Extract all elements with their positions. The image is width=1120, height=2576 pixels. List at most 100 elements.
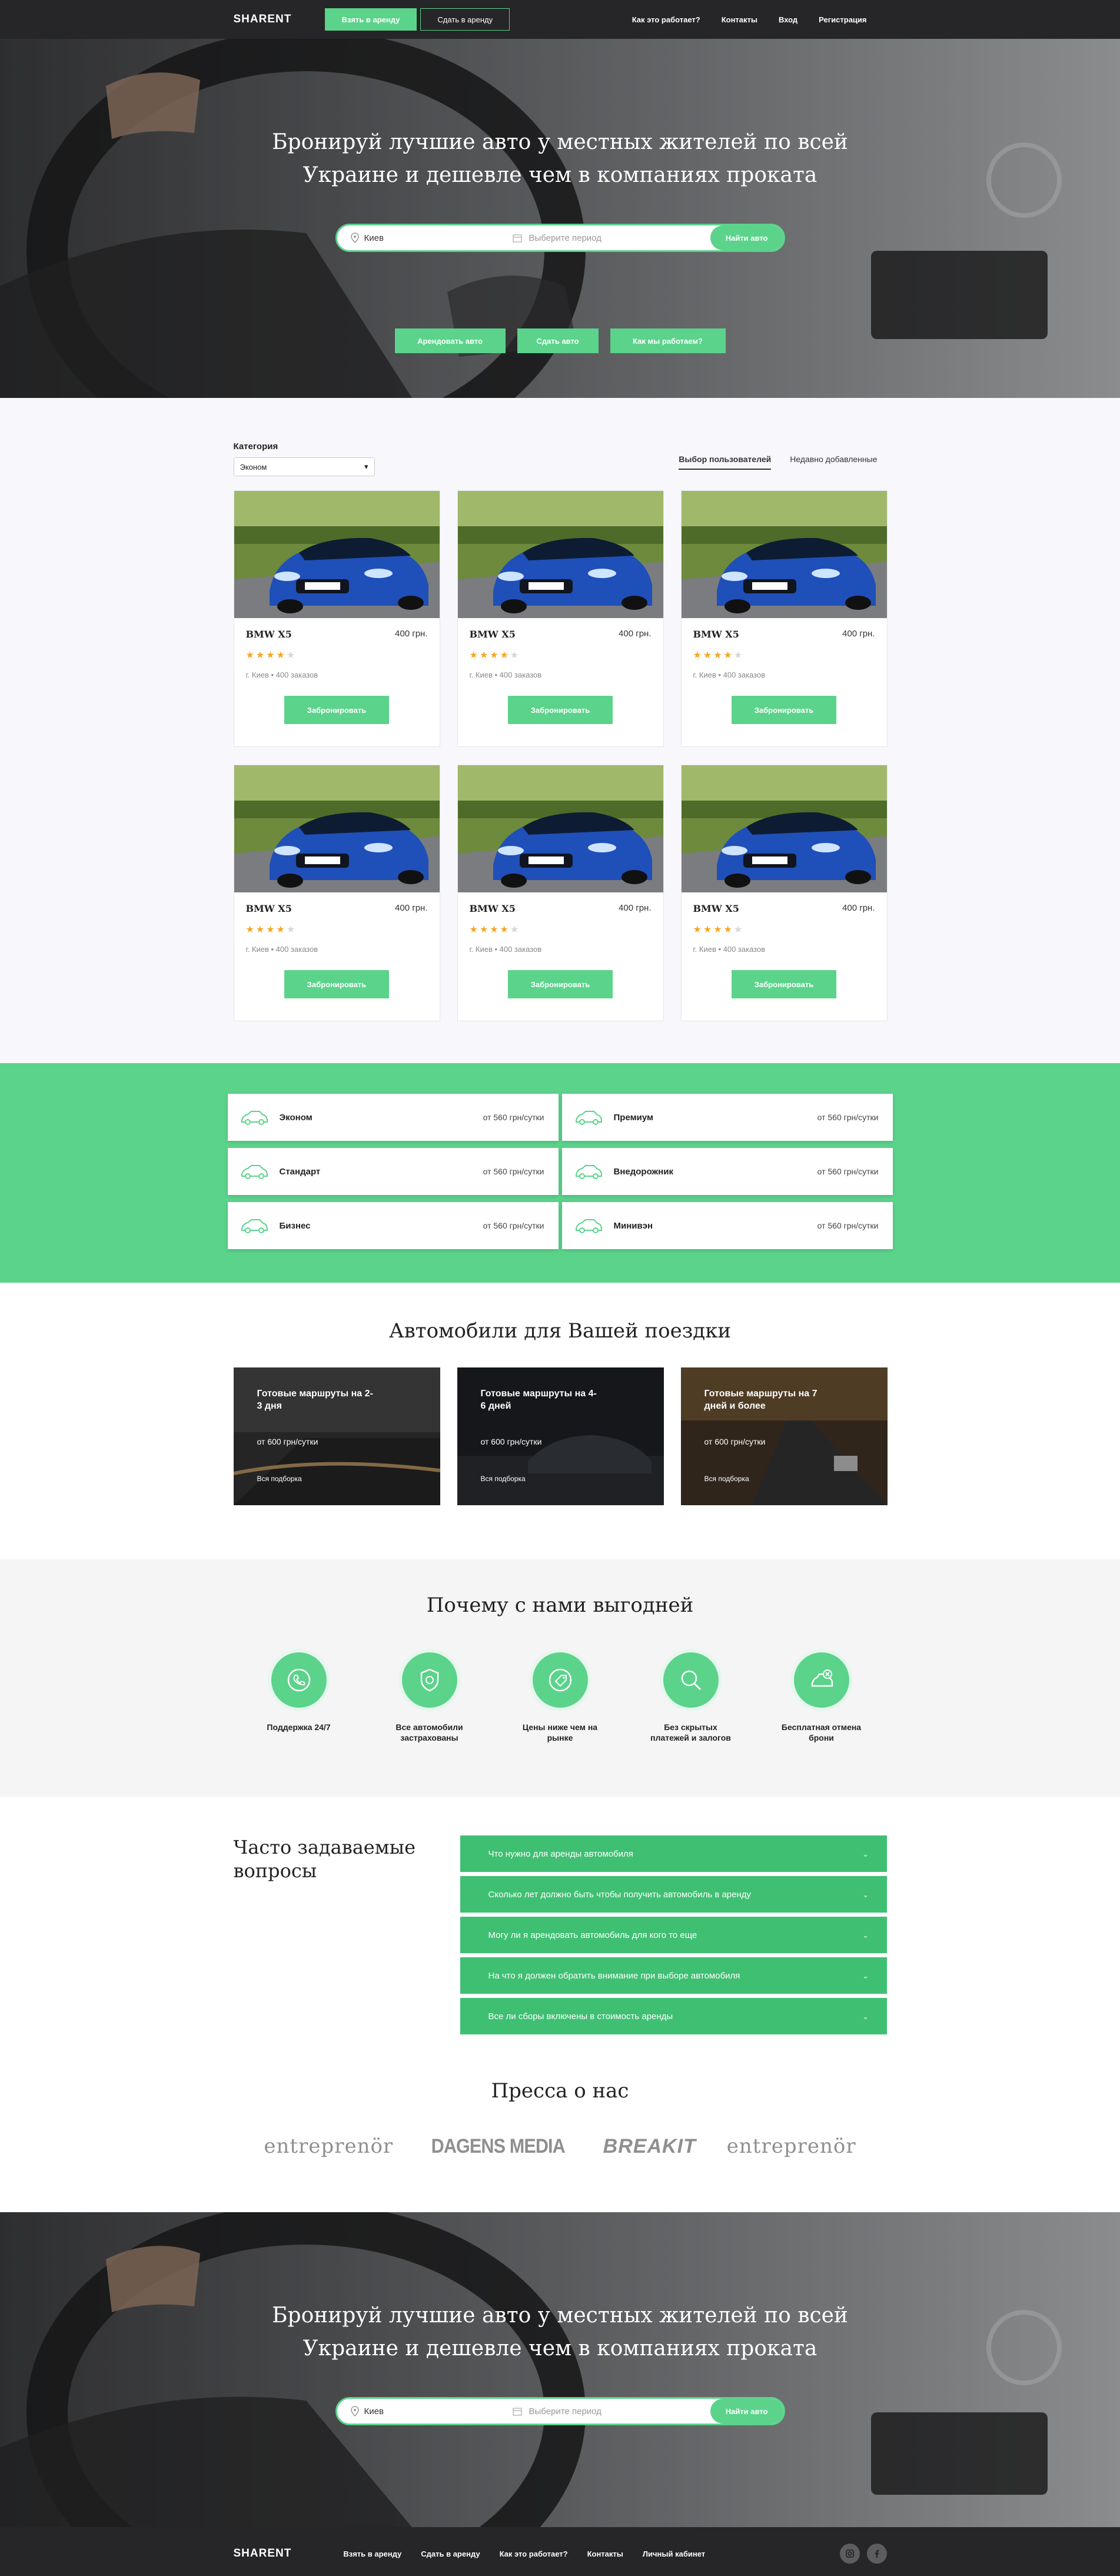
car-class-item[interactable]: Стандарт от 560 грн/сутки (227, 1148, 559, 1195)
car-image[interactable] (234, 491, 440, 618)
car-card[interactable]: BMW X5 400 грн. ★★★★★ г. Киев • 400 заказов… (457, 490, 664, 747)
car-meta: г. Киев • 400 заказов (245, 945, 318, 954)
chevron-down-icon: ⌄ (862, 1848, 869, 1858)
book-button[interactable]: Забронировать (508, 696, 613, 724)
take-rent-button[interactable]: Взять в аренду (324, 8, 417, 31)
period-placeholder: Выберите период (529, 233, 601, 243)
tab-users-choice[interactable]: Выбор пользователей (679, 454, 772, 470)
bottom-hero-section: Бронируй лучшие авто у местных жителей п… (0, 2212, 1120, 2527)
star-filled-icon: ★ (490, 925, 500, 935)
facebook-icon[interactable] (866, 2544, 887, 2564)
faq-item[interactable]: Могу ли я арендовать автомобиль для кого… (460, 1917, 887, 1953)
class-price: от 560 грн/сутки (817, 1113, 879, 1122)
car-image[interactable] (681, 491, 887, 618)
star-filled-icon: ★ (703, 650, 714, 660)
faq-item[interactable]: На что я должен обратить внимание при вы… (460, 1957, 887, 1994)
city-field[interactable]: Киев (337, 2406, 513, 2416)
star-filled-icon: ★ (469, 650, 480, 660)
footer-link-cabinet[interactable]: Личный кабинет (643, 2550, 705, 2558)
rent-car-button[interactable]: Арендовать авто (394, 328, 506, 353)
press-logo-dagens-media: DAGENS MEDIA (431, 2135, 566, 2157)
faq-list: Что нужно для аренды автомобиля ⌄ Сколько … (460, 1835, 887, 2039)
car-card[interactable]: BMW X5 400 грн. ★★★★★ г. Киев • 400 заказов… (233, 490, 440, 747)
rating-stars: ★★★★★ (246, 649, 428, 661)
book-button[interactable]: Забронировать (284, 696, 389, 724)
trip-all-link[interactable]: Вся подборка (257, 1475, 417, 1483)
class-name: Премиум (613, 1112, 654, 1123)
nav-link-register[interactable]: Регистрация (819, 15, 866, 24)
footer-logo[interactable]: SHARENT (234, 2547, 292, 2560)
car-class-item[interactable]: Внедорожник от 560 грн/сутки (561, 1148, 893, 1195)
give-car-button[interactable]: Сдать авто (517, 328, 599, 353)
car-class-item[interactable]: Премиум от 560 грн/сутки (561, 1094, 893, 1141)
class-price: от 560 грн/сутки (483, 1167, 544, 1176)
period-field[interactable]: Выберите период (512, 2406, 710, 2416)
book-button[interactable]: Забронировать (284, 970, 389, 998)
hero-buttons: Арендовать авто Сдать авто Как мы работа… (0, 328, 1120, 353)
faq-item[interactable]: Сколько лет должно быть чтобы получить а… (460, 1876, 887, 1913)
faq-question: Сколько лет должно быть чтобы получить а… (488, 1889, 752, 1900)
give-rent-button[interactable]: Сдать в аренду (420, 8, 510, 31)
car-photo (681, 491, 887, 618)
trip-card[interactable]: Готовые маршруты на 4-6 дней от 600 грн/с… (457, 1367, 664, 1505)
star-empty-icon: ★ (510, 925, 521, 935)
faq-item[interactable]: Все ли сборы включены в стоимость аренды… (460, 1998, 887, 2034)
car-name: BMW X5 (245, 629, 292, 640)
star-empty-icon: ★ (510, 650, 521, 660)
car-image[interactable] (681, 765, 887, 892)
trip-all-link[interactable]: Вся подборка (704, 1475, 864, 1483)
footer-link-take-rent[interactable]: Взять в аренду (343, 2550, 401, 2558)
trip-price: от 600 грн/сутки (704, 1437, 766, 1446)
period-field[interactable]: Выберите период (512, 233, 710, 243)
trip-card[interactable]: Готовые маршруты на 2-3 дня от 600 грн/су… (233, 1367, 440, 1505)
faq-item[interactable]: Что нужно для аренды автомобиля ⌄ (460, 1835, 887, 1872)
car-icon (240, 1108, 269, 1126)
book-button[interactable]: Забронировать (508, 970, 613, 998)
car-class-item[interactable]: Эконом от 560 грн/сутки (227, 1094, 559, 1141)
instagram-icon[interactable] (839, 2544, 860, 2564)
car-card[interactable]: BMW X5 400 грн. ★★★★★ г. Киев • 400 заказов… (680, 765, 888, 1021)
book-button[interactable]: Забронировать (732, 970, 836, 998)
car-image[interactable] (234, 765, 440, 892)
car-meta: г. Киев • 400 заказов (469, 670, 542, 679)
find-car-button[interactable]: Найти авто (710, 2399, 783, 2424)
car-card[interactable]: BMW X5 400 грн. ★★★★★ г. Киев • 400 заказов… (680, 490, 888, 747)
star-empty-icon: ★ (286, 650, 297, 660)
logo[interactable]: SHARENT (234, 13, 325, 26)
star-filled-icon: ★ (276, 925, 287, 935)
car-name: BMW X5 (469, 629, 516, 640)
trip-all-link[interactable]: Вся подборка (481, 1475, 640, 1483)
benefit-item: Бесплатная отмена брони (756, 1652, 887, 1743)
footer-link-contacts[interactable]: Контакты (587, 2550, 623, 2558)
car-image[interactable] (457, 765, 663, 892)
footer: SHARENT Взять в аренду Сдать в аренду Ка… (0, 2527, 1120, 2576)
car-image[interactable] (457, 491, 663, 618)
car-class-item[interactable]: Минивэн от 560 грн/сутки (561, 1202, 893, 1249)
city-field[interactable]: Киев (337, 233, 513, 243)
nav-link-how-it-works[interactable]: Как это работает? (632, 15, 700, 24)
car-class-item[interactable]: Бизнес от 560 грн/сутки (227, 1202, 559, 1249)
faq-question: Могу ли я арендовать автомобиль для кого… (488, 1930, 697, 1940)
why-section: Почему с нами выгодней Поддержка 24/7 Все… (0, 1559, 1120, 1797)
find-car-button[interactable]: Найти авто (710, 225, 783, 250)
category-select[interactable]: Эконом ▾ (233, 457, 375, 476)
minivan-icon (574, 1217, 603, 1234)
nav-link-login[interactable]: Вход (779, 15, 797, 24)
faq-question: На что я должен обратить внимание при вы… (488, 1970, 740, 1981)
car-card[interactable]: BMW X5 400 грн. ★★★★★ г. Киев • 400 заказов… (457, 765, 664, 1021)
footer-link-give-rent[interactable]: Сдать в аренду (421, 2550, 480, 2558)
price-tag-icon (532, 1652, 588, 1708)
star-filled-icon: ★ (255, 925, 267, 935)
star-empty-icon: ★ (733, 650, 745, 660)
social-links (839, 2544, 887, 2564)
star-filled-icon: ★ (266, 925, 277, 935)
nav-link-contacts[interactable]: Контакты (722, 15, 757, 24)
tab-recently-added[interactable]: Недавно добавленные (790, 454, 877, 470)
rating-stars: ★★★★★ (693, 924, 875, 935)
car-card[interactable]: BMW X5 400 грн. ★★★★★ г. Киев • 400 заказов… (233, 765, 440, 1021)
class-grid: Эконом от 560 грн/сутки Премиум от 560 грн/… (227, 1094, 893, 1249)
footer-link-how-it-works[interactable]: Как это работает? (500, 2550, 568, 2558)
book-button[interactable]: Забронировать (732, 696, 836, 724)
trip-card[interactable]: Готовые маршруты на 7 дней и более от 600… (680, 1367, 888, 1505)
how-we-work-button[interactable]: Как мы работаем? (610, 328, 726, 353)
